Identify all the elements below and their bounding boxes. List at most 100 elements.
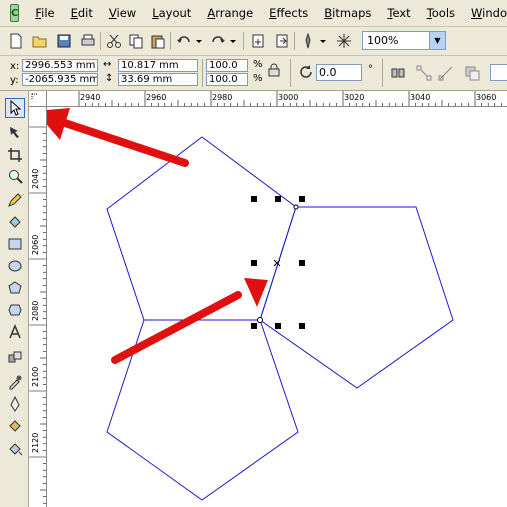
menu-tools[interactable]: Tools <box>419 6 463 20</box>
chevron-down-icon[interactable]: ▼ <box>429 32 445 49</box>
redo-button[interactable] <box>208 31 228 51</box>
paste-button[interactable] <box>148 31 168 51</box>
rotation-angle-field[interactable]: 0.0 <box>316 64 362 81</box>
eyedropper-tool[interactable] <box>5 372 25 392</box>
selection-handle[interactable] <box>299 196 305 202</box>
layers-icon <box>465 66 480 81</box>
zoom-tool[interactable] <box>5 167 25 187</box>
menu-text[interactable]: Text <box>379 6 418 20</box>
undo-dropdown[interactable] <box>194 31 204 51</box>
ruler-origin[interactable] <box>29 91 47 107</box>
selection-handle[interactable] <box>275 323 281 329</box>
mirror-button[interactable] <box>388 63 408 83</box>
horizontal-ruler[interactable]: 2940 2960 2980 3000 3020 3040 3060 <box>47 91 507 107</box>
launcher-dropdown[interactable] <box>318 31 328 51</box>
ruler-label: 3020 <box>344 93 364 102</box>
print-button[interactable] <box>78 31 98 51</box>
freehand-tool[interactable] <box>5 190 25 210</box>
redo-dropdown[interactable] <box>228 31 238 51</box>
interactive-fill-tool[interactable] <box>5 438 25 458</box>
x-position-field[interactable]: 2996.553 mm <box>22 59 98 72</box>
ruler-origin-icon <box>31 93 38 100</box>
new-document-icon <box>10 33 22 49</box>
menu-bitmaps[interactable]: Bitmaps <box>316 6 379 20</box>
ruler-label: 3000 <box>278 93 298 102</box>
node-bottom[interactable] <box>257 317 263 323</box>
import-button[interactable] <box>248 31 268 51</box>
rectangle-tool[interactable] <box>5 234 25 254</box>
drawing-canvas[interactable] <box>47 107 507 507</box>
smart-fill-tool[interactable] <box>5 212 25 232</box>
x-label: x: <box>10 61 20 72</box>
basic-shapes-tool[interactable] <box>5 300 25 320</box>
import-icon <box>252 34 264 48</box>
width-field[interactable]: 10.817 mm <box>118 59 198 72</box>
undo-button[interactable] <box>174 31 194 51</box>
corel-online-button[interactable] <box>334 31 354 51</box>
fill-tool[interactable] <box>5 416 25 436</box>
polygon-tool[interactable] <box>5 278 25 298</box>
selection-handle[interactable] <box>299 260 305 266</box>
selection-handle[interactable] <box>299 323 305 329</box>
menu-edit[interactable]: Edit <box>63 6 101 20</box>
save-button[interactable] <box>54 31 74 51</box>
menu-window[interactable]: Window <box>463 6 507 20</box>
eyedropper-icon <box>9 375 22 390</box>
outline-tool[interactable] <box>5 394 25 414</box>
to-curves-button[interactable] <box>436 63 456 83</box>
menu-view[interactable]: View <box>101 6 144 20</box>
scale-x-field[interactable]: 100.0 <box>206 59 248 72</box>
selection-handle[interactable] <box>275 196 281 202</box>
standard-toolbar: 100% ▼ <box>0 27 507 56</box>
menu-layout[interactable]: Layout <box>144 6 199 20</box>
y-label: y: <box>10 75 19 86</box>
zoom-level-value: 100% <box>367 34 399 47</box>
transform-button[interactable] <box>414 63 434 83</box>
menu-bar: C File Edit View Layout Arrange Effects … <box>0 0 507 27</box>
app-icon[interactable]: C <box>10 4 20 22</box>
open-folder-icon <box>32 36 47 48</box>
crop-tool[interactable] <box>5 145 25 165</box>
menu-arrange[interactable]: Arrange <box>199 6 261 20</box>
copy-icon <box>129 34 143 49</box>
cut-button[interactable] <box>104 31 124 51</box>
mirror-icon <box>391 68 405 78</box>
pentagon-right[interactable] <box>259 206 454 389</box>
polygon-icon <box>8 281 22 294</box>
scissors-icon <box>107 34 121 48</box>
shape-tool[interactable] <box>5 122 25 142</box>
y-position-field[interactable]: -2065.935 mm <box>22 73 98 86</box>
pick-tool[interactable] <box>5 98 25 118</box>
lock-ratio-button[interactable] <box>266 62 282 78</box>
outline-width-field[interactable] <box>490 64 507 81</box>
arrange-button[interactable] <box>462 63 482 83</box>
zoom-level-select[interactable]: 100% ▼ <box>362 31 446 50</box>
vertical-ruler[interactable]: 2040 2060 2080 2100 2120 <box>29 107 47 507</box>
degree-symbol: ° <box>368 64 373 75</box>
ellipse-tool[interactable] <box>5 256 25 276</box>
star-burst-icon <box>337 34 351 48</box>
pentagon-top[interactable] <box>106 136 297 321</box>
property-bar: x: 2996.553 mm y: -2065.935 mm ↔ 10.817 … <box>0 56 507 91</box>
width-arrows-icon: ↔ <box>103 59 112 70</box>
blend-icon <box>8 351 22 363</box>
toolbar-separator <box>170 32 171 50</box>
interactive-blend-tool[interactable] <box>5 347 25 367</box>
ruler-label: 2120 <box>31 433 40 453</box>
menu-effects[interactable]: Effects <box>261 6 316 20</box>
selection-handle[interactable] <box>251 323 257 329</box>
text-tool[interactable] <box>5 322 25 342</box>
menu-file[interactable]: File <box>27 6 62 20</box>
undo-icon <box>177 36 190 43</box>
selection-handle[interactable] <box>251 260 257 266</box>
selection-handle[interactable] <box>251 196 257 202</box>
export-button[interactable] <box>272 31 292 51</box>
application-launcher-button[interactable] <box>298 31 318 51</box>
scale-y-field[interactable]: 100.0 <box>206 73 248 86</box>
node-top[interactable] <box>293 204 299 210</box>
open-button[interactable] <box>30 31 50 51</box>
copy-button[interactable] <box>126 31 146 51</box>
new-document-button[interactable] <box>6 31 26 51</box>
height-arrows-icon: ↕ <box>105 73 114 84</box>
height-field[interactable]: 33.69 mm <box>118 73 198 86</box>
